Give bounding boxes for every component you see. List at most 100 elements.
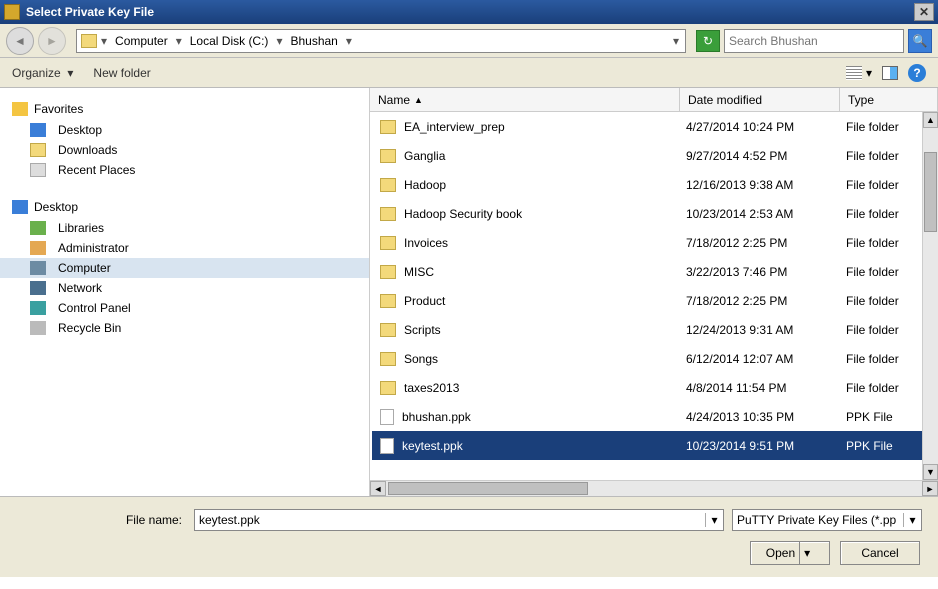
user-icon [30,241,46,255]
computer-icon [30,261,46,275]
file-name: Songs [404,352,438,366]
close-button[interactable]: ✕ [914,3,934,21]
sidebar-item-desktop[interactable]: Desktop [0,120,369,140]
breadcrumb-computer[interactable]: Computer [111,34,172,48]
sidebar-item-controlpanel[interactable]: Control Panel [0,298,369,318]
chevron-down-icon[interactable]: ▾ [344,34,354,48]
desktop-icon [12,200,28,214]
refresh-button[interactable]: ↻ [696,30,720,52]
folder-icon [380,381,396,395]
file-date: 4/8/2014 11:54 PM [682,381,842,395]
new-folder-button[interactable]: New folder [93,66,150,80]
chevron-down-icon[interactable]: ▾ [99,34,109,48]
file-date: 12/24/2013 9:31 AM [682,323,842,337]
forward-button[interactable]: ► [38,27,66,55]
file-date: 4/24/2013 10:35 PM [682,410,842,424]
view-dropdown[interactable]: ▾ [866,66,872,80]
column-name[interactable]: Name ▲ [370,88,680,111]
file-name: Invoices [404,236,448,250]
folder-icon [380,352,396,366]
sidebar-item-recent[interactable]: Recent Places [0,160,369,180]
file-row[interactable]: EA_interview_prep4/27/2014 10:24 PMFile … [372,112,936,141]
open-button[interactable]: Open ▾ [750,541,830,565]
filename-dropdown[interactable]: ▾ [705,513,723,527]
chevron-down-icon[interactable]: ▾ [174,34,184,48]
file-row[interactable]: taxes20134/8/2014 11:54 PMFile folder [372,373,936,402]
libraries-icon [30,221,46,235]
filename-box[interactable]: ▾ [194,509,724,531]
sidebar-item-computer[interactable]: Computer [0,258,369,278]
nav-row: ◄ ► ▾ Computer ▾ Local Disk (C:) ▾ Bhush… [0,24,938,58]
folder-icon [380,207,396,221]
filename-input[interactable] [195,513,705,527]
file-area: Name ▲ Date modified Type EA_interview_p… [370,88,938,496]
sort-asc-icon: ▲ [414,95,423,105]
scroll-down-icon[interactable]: ▼ [923,464,938,480]
file-icon [380,438,394,454]
back-button[interactable]: ◄ [6,27,34,55]
recyclebin-icon [30,321,46,335]
star-icon [12,102,28,116]
file-row[interactable]: Ganglia9/27/2014 4:52 PMFile folder [372,141,936,170]
sidebar-desktop-group[interactable]: Desktop [0,196,369,218]
sidebar-item-administrator[interactable]: Administrator [0,238,369,258]
file-row[interactable]: keytest.ppk10/23/2014 9:51 PMPPK File [372,431,936,460]
file-date: 10/23/2014 9:51 PM [682,439,842,453]
file-row[interactable]: Invoices7/18/2012 2:25 PMFile folder [372,228,936,257]
scroll-thumb-h[interactable] [388,482,588,495]
vertical-scrollbar[interactable]: ▲ ▼ [922,112,938,480]
folder-icon [380,178,396,192]
file-row[interactable]: Scripts12/24/2013 9:31 AMFile folder [372,315,936,344]
search-button[interactable]: 🔍 [908,29,932,53]
breadcrumb-localdisk[interactable]: Local Disk (C:) [186,34,273,48]
horizontal-scrollbar[interactable]: ◄ ► [370,480,938,496]
app-icon [4,4,20,20]
sidebar: Favorites Desktop Downloads Recent Place… [0,88,370,496]
view-list-icon[interactable] [846,66,862,80]
file-name: Ganglia [404,149,445,163]
folder-icon [380,236,396,250]
file-name: MISC [404,265,434,279]
file-name: taxes2013 [404,381,459,395]
sidebar-favorites[interactable]: Favorites [0,98,369,120]
scroll-right-icon[interactable]: ► [922,481,938,496]
search-input[interactable] [729,34,899,48]
file-name: bhushan.ppk [402,410,471,424]
file-name: Hadoop Security book [404,207,522,221]
file-row[interactable]: bhushan.ppk4/24/2013 10:35 PMPPK File [372,402,936,431]
scroll-left-icon[interactable]: ◄ [370,481,386,496]
column-date[interactable]: Date modified [680,88,840,111]
scroll-up-icon[interactable]: ▲ [923,112,938,128]
file-row[interactable]: Hadoop Security book10/23/2014 2:53 AMFi… [372,199,936,228]
controlpanel-icon [30,301,46,315]
sidebar-item-libraries[interactable]: Libraries [0,218,369,238]
title-bar: Select Private Key File ✕ [0,0,938,24]
file-row[interactable]: Product7/18/2012 2:25 PMFile folder [372,286,936,315]
sidebar-item-downloads[interactable]: Downloads [0,140,369,160]
chevron-down-icon[interactable]: ▾ [274,34,284,48]
file-row[interactable]: Songs6/12/2014 12:07 AMFile folder [372,344,936,373]
filter-dropdown[interactable]: ▾ [903,513,921,527]
sidebar-item-network[interactable]: Network [0,278,369,298]
downloads-icon [30,143,46,157]
folder-icon [380,294,396,308]
cancel-button[interactable]: Cancel [840,541,920,565]
breadcrumb[interactable]: ▾ Computer ▾ Local Disk (C:) ▾ Bhushan ▾… [76,29,686,53]
help-button[interactable]: ? [908,64,926,82]
file-date: 9/27/2014 4:52 PM [682,149,842,163]
search-box[interactable] [724,29,904,53]
breadcrumb-dropdown[interactable]: ▾ [671,34,681,48]
file-icon [380,409,394,425]
open-dropdown[interactable]: ▾ [799,542,814,564]
file-row[interactable]: Hadoop12/16/2013 9:38 AMFile folder [372,170,936,199]
sidebar-item-recyclebin[interactable]: Recycle Bin [0,318,369,338]
file-row[interactable]: MISC3/22/2013 7:46 PMFile folder [372,257,936,286]
breadcrumb-bhushan[interactable]: Bhushan [286,34,341,48]
folder-icon [81,34,97,48]
preview-pane-icon[interactable] [882,66,898,80]
column-type[interactable]: Type [840,88,938,111]
scroll-thumb[interactable] [924,152,937,232]
file-list: EA_interview_prep4/27/2014 10:24 PMFile … [370,112,938,480]
filetype-filter[interactable]: PuTTY Private Key Files (*.pp ▾ [732,509,922,531]
organize-button[interactable]: Organize ▾ [12,66,73,80]
